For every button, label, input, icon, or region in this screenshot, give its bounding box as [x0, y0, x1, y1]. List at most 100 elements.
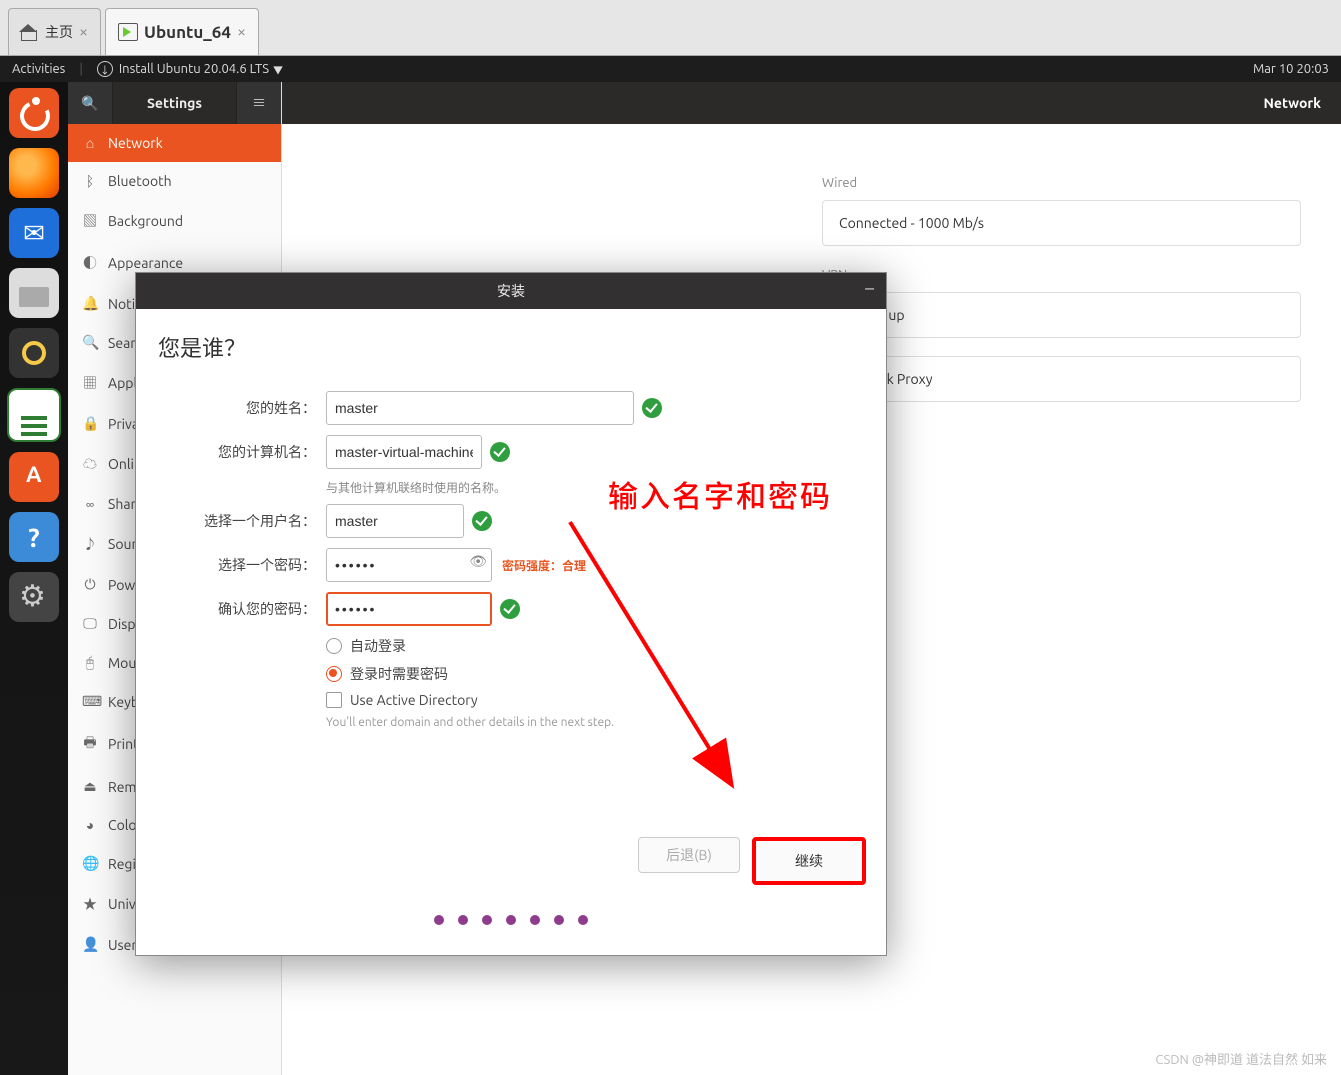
sidebar-item-icon: ⌂: [82, 135, 98, 151]
progress-dots: [136, 915, 886, 925]
sidebar-item-bluetooth[interactable]: ᛒBluetooth: [68, 162, 281, 200]
help-icon[interactable]: [9, 512, 59, 562]
wired-status: Connected - 1000 Mb/s: [839, 215, 984, 231]
settings-sidebar-header: 🔍 Settings ≡: [68, 82, 281, 124]
hamburger-button[interactable]: ≡: [236, 82, 281, 124]
sidebar-item-icon: 🖵: [82, 615, 98, 632]
check-icon: [500, 599, 520, 619]
close-icon[interactable]: ×: [237, 23, 246, 41]
vpn-card[interactable]: Not set up: [822, 292, 1301, 338]
sidebar-item-icon: 🔒: [82, 415, 98, 432]
sidebar-item-icon: 🔔: [82, 295, 98, 312]
auto-login-label: 自动登录: [350, 636, 406, 656]
settings-content-title: Network: [282, 82, 1341, 124]
activities-button[interactable]: Activities: [12, 62, 65, 76]
vm-tab-home-label: 主页: [45, 22, 73, 42]
topbar-clock[interactable]: Mar 10 20:03: [1253, 62, 1329, 76]
thunderbird-icon[interactable]: ✉: [9, 208, 59, 258]
auto-login-radio[interactable]: 自动登录: [326, 636, 866, 656]
sidebar-item-icon: ★: [82, 894, 98, 914]
continue-button-label: 继续: [795, 851, 823, 871]
sidebar-item-icon: 🖰: [82, 654, 98, 671]
installer-titlebar[interactable]: 安装 –: [136, 273, 886, 309]
check-icon: [490, 442, 510, 462]
back-button-label: 后退(B): [666, 845, 712, 865]
vm-tab-home[interactable]: 主页 ×: [8, 8, 101, 55]
minimize-icon[interactable]: –: [865, 283, 874, 293]
sidebar-item-label: Background: [108, 213, 183, 229]
sidebar-item-icon: ∞: [82, 496, 98, 512]
installer-heading: 您是谁？: [158, 331, 866, 363]
firefox-icon[interactable]: [9, 148, 59, 198]
ubuntu-dock: ✉: [0, 82, 68, 1075]
ubuntu-logo-icon[interactable]: [9, 88, 59, 138]
back-button[interactable]: 后退(B): [638, 837, 740, 873]
network-proxy-card[interactable]: Network Proxy: [822, 356, 1301, 402]
installer-window: 安装 – 您是谁？ 您的姓名： 您的计算机名： 与其他计算机联络时使用的名称。 …: [135, 272, 887, 956]
check-icon: [642, 398, 662, 418]
sidebar-item-icon: ☁: [82, 454, 98, 474]
vm-tab-ubuntu[interactable]: Ubuntu_64 ×: [105, 8, 259, 55]
chevron-down-icon[interactable]: ▼: [273, 62, 283, 77]
install-icon: ↓: [97, 61, 113, 77]
vm-tab-ubuntu-label: Ubuntu_64: [144, 23, 231, 42]
confirm-password-label: 确认您的密码：: [156, 599, 316, 619]
vm-play-icon: [118, 23, 138, 41]
wired-card[interactable]: Connected - 1000 Mb/s: [822, 200, 1301, 246]
vpn-section-label: VPN: [822, 268, 1301, 282]
sidebar-item-icon: ⏏: [82, 778, 98, 795]
username-label: 选择一个用户名：: [156, 511, 316, 531]
sidebar-item-icon: 👤: [82, 936, 98, 953]
gnome-top-bar: Activities | ↓ Install Ubuntu 20.04.6 LT…: [0, 56, 1341, 82]
settings-icon[interactable]: [9, 572, 59, 622]
eye-icon[interactable]: 👁: [469, 553, 487, 570]
close-icon[interactable]: ×: [79, 23, 88, 41]
check-icon: [472, 511, 492, 531]
sidebar-item-icon: 🔍: [82, 334, 98, 351]
watermark: CSDN @神即道 道法自然 如来: [1155, 1049, 1327, 1068]
search-button[interactable]: 🔍: [68, 82, 113, 124]
password-input[interactable]: [326, 548, 492, 582]
password-label: 选择一个密码：: [156, 555, 316, 575]
files-icon[interactable]: [9, 268, 59, 318]
require-password-radio[interactable]: 登录时需要密码: [326, 664, 866, 684]
sidebar-item-icon: 🖶: [82, 732, 98, 756]
libreoffice-icon[interactable]: [7, 388, 61, 442]
sidebar-item-icon: ⏻: [82, 576, 98, 593]
sidebar-item-icon: 🌐: [82, 855, 98, 872]
continue-button[interactable]: 继续: [752, 837, 866, 885]
sidebar-item-label: Network: [108, 135, 163, 151]
sidebar-item-background[interactable]: ▧ Background: [68, 200, 281, 242]
sidebar-item-icon: ⌨: [82, 693, 98, 710]
hostname-input[interactable]: [326, 435, 482, 469]
require-password-label: 登录时需要密码: [350, 664, 448, 684]
installer-title: 安装: [497, 281, 525, 301]
sidebar-item-icon: ♪: [82, 534, 98, 554]
active-directory-hint: You'll enter domain and other details in…: [326, 716, 866, 729]
radio-checked-icon: [326, 666, 342, 682]
active-directory-checkbox[interactable]: Use Active Directory: [326, 692, 866, 708]
desktop: ✉ 🔍 Settings ≡ ⌂NetworkᛒBluetooth▧Backgr…: [0, 82, 1341, 1075]
sidebar-item-icon: ◕: [82, 817, 98, 833]
topbar-app-label[interactable]: Install Ubuntu 20.04.6 LTS: [119, 62, 269, 76]
password-strength: 密码强度：合理: [502, 557, 586, 574]
settings-title: Settings: [113, 95, 236, 111]
active-directory-label: Use Active Directory: [350, 692, 478, 708]
sidebar-item-icon: ᛒ: [82, 173, 98, 189]
vm-tab-bar: 主页 × Ubuntu_64 ×: [0, 0, 1341, 56]
checkbox-icon: [326, 692, 342, 708]
rhythmbox-icon[interactable]: [9, 328, 59, 378]
name-label: 您的姓名：: [156, 398, 316, 418]
username-input[interactable]: [326, 504, 464, 538]
sidebar-item-icon: ◐: [82, 253, 98, 273]
sidebar-item-label: Appearance: [108, 255, 183, 271]
sidebar-item-icon: ▧: [82, 211, 98, 231]
sidebar-item-icon: ▦: [82, 373, 98, 393]
ubuntu-software-icon[interactable]: [9, 452, 59, 502]
hostname-hint: 与其他计算机联络时使用的名称。: [326, 479, 866, 496]
radio-icon: [326, 638, 342, 654]
name-input[interactable]: [326, 391, 634, 425]
wired-section-label: Wired: [822, 176, 1301, 190]
confirm-password-input[interactable]: [326, 592, 492, 626]
sidebar-item-network[interactable]: ⌂ Network: [68, 124, 281, 162]
